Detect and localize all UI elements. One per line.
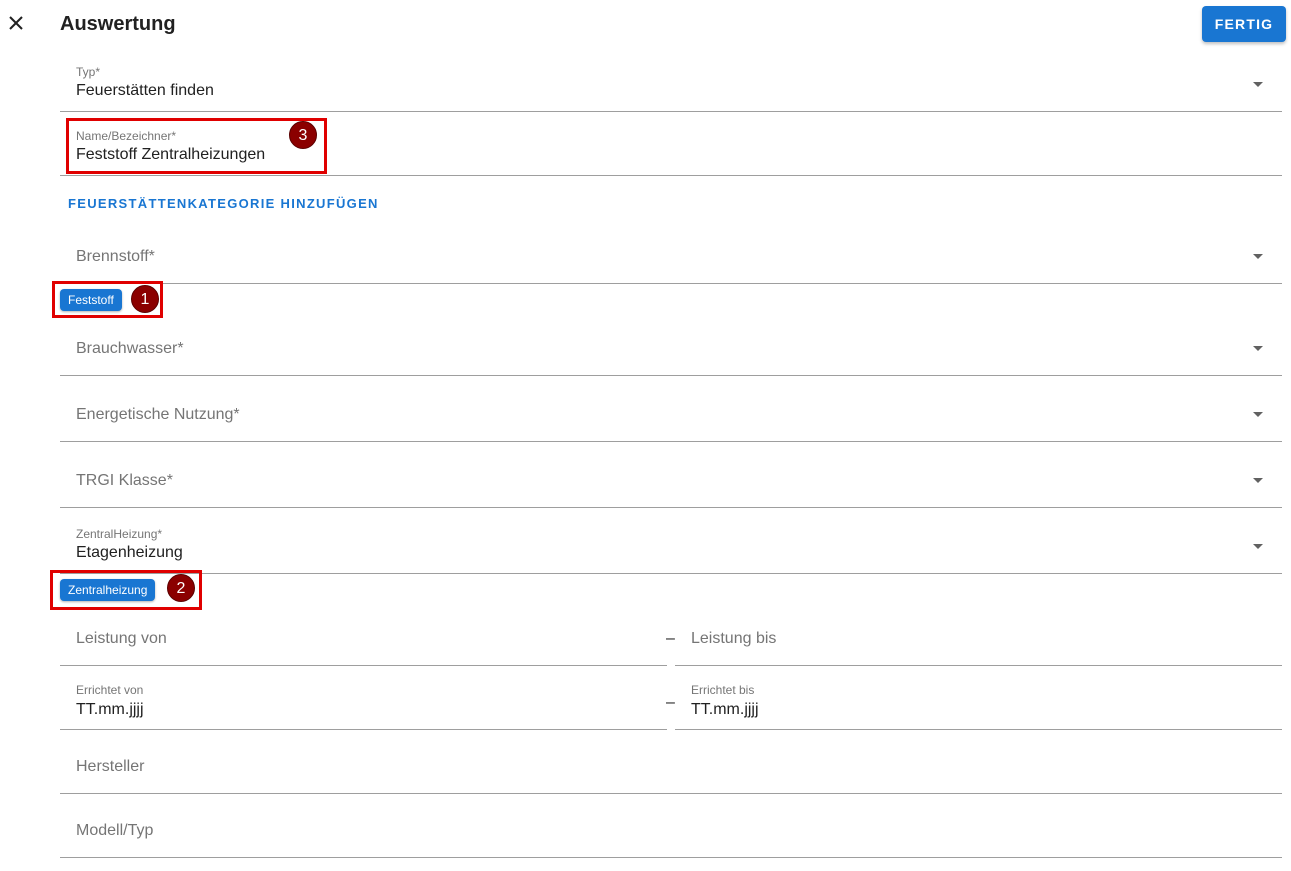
leistung-von-field[interactable]: Leistung von [60,615,667,666]
chevron-down-icon [1253,82,1263,87]
errichtet-von-value: TT.mm.jjjj [76,701,144,718]
typ-select[interactable]: Typ* Feuerstätten finden [60,58,1282,112]
modell-typ-placeholder: Modell/Typ [76,822,154,839]
energetische-nutzung-placeholder: Energetische Nutzung* [76,406,240,423]
zentralheizung-label: ZentralHeizung* [76,527,163,541]
chevron-down-icon [1253,254,1263,259]
typ-label: Typ* [76,65,101,79]
typ-value: Feuerstätten finden [76,82,214,99]
close-icon[interactable] [3,10,29,36]
modell-typ-field[interactable]: Modell/Typ [60,807,1282,858]
trgi-klasse-placeholder: TRGI Klasse* [76,472,173,489]
energetische-nutzung-select[interactable]: Energetische Nutzung* [60,391,1282,442]
done-button[interactable]: FERTIG [1202,6,1286,42]
brennstoff-select[interactable]: Brennstoff* [60,233,1282,284]
highlight-box-3 [66,118,327,174]
chevron-down-icon [1253,346,1263,351]
zentralheizung-select[interactable]: ZentralHeizung* Etagenheizung [60,520,1282,574]
errichtet-von-field[interactable]: Errichtet von TT.mm.jjjj [60,676,667,730]
chevron-down-icon [1253,544,1263,549]
errichtet-bis-label: Errichtet bis [691,683,755,697]
zentralheizung-value: Etagenheizung [76,544,183,561]
brauchwasser-select[interactable]: Brauchwasser* [60,325,1282,376]
leistung-bis-field[interactable]: Leistung bis [675,615,1282,666]
add-category-link[interactable]: FEUERSTÄTTENKATEGORIE HINZUFÜGEN [68,196,379,211]
errichtet-von-label: Errichtet von [76,683,144,697]
hersteller-placeholder: Hersteller [76,758,145,775]
annotation-badge-3: 3 [289,121,317,149]
range-separator: – [666,694,675,711]
annotation-badge-2: 2 [167,574,195,602]
page-title: Auswertung [60,13,176,35]
annotation-badge-1: 1 [131,285,159,313]
brauchwasser-placeholder: Brauchwasser* [76,340,184,357]
brennstoff-placeholder: Brennstoff* [76,248,155,265]
chevron-down-icon [1253,412,1263,417]
brennstoff-chip[interactable]: Feststoff [60,289,122,311]
zentralheizung-chip[interactable]: Zentralheizung [60,579,156,601]
leistung-von-placeholder: Leistung von [76,630,167,647]
chevron-down-icon [1253,478,1263,483]
leistung-bis-placeholder: Leistung bis [691,630,777,647]
hersteller-field[interactable]: Hersteller [60,743,1282,794]
errichtet-bis-field[interactable]: Errichtet bis TT.mm.jjjj [675,676,1282,730]
errichtet-bis-value: TT.mm.jjjj [691,701,759,718]
range-separator: – [666,630,675,647]
trgi-klasse-select[interactable]: TRGI Klasse* [60,457,1282,508]
